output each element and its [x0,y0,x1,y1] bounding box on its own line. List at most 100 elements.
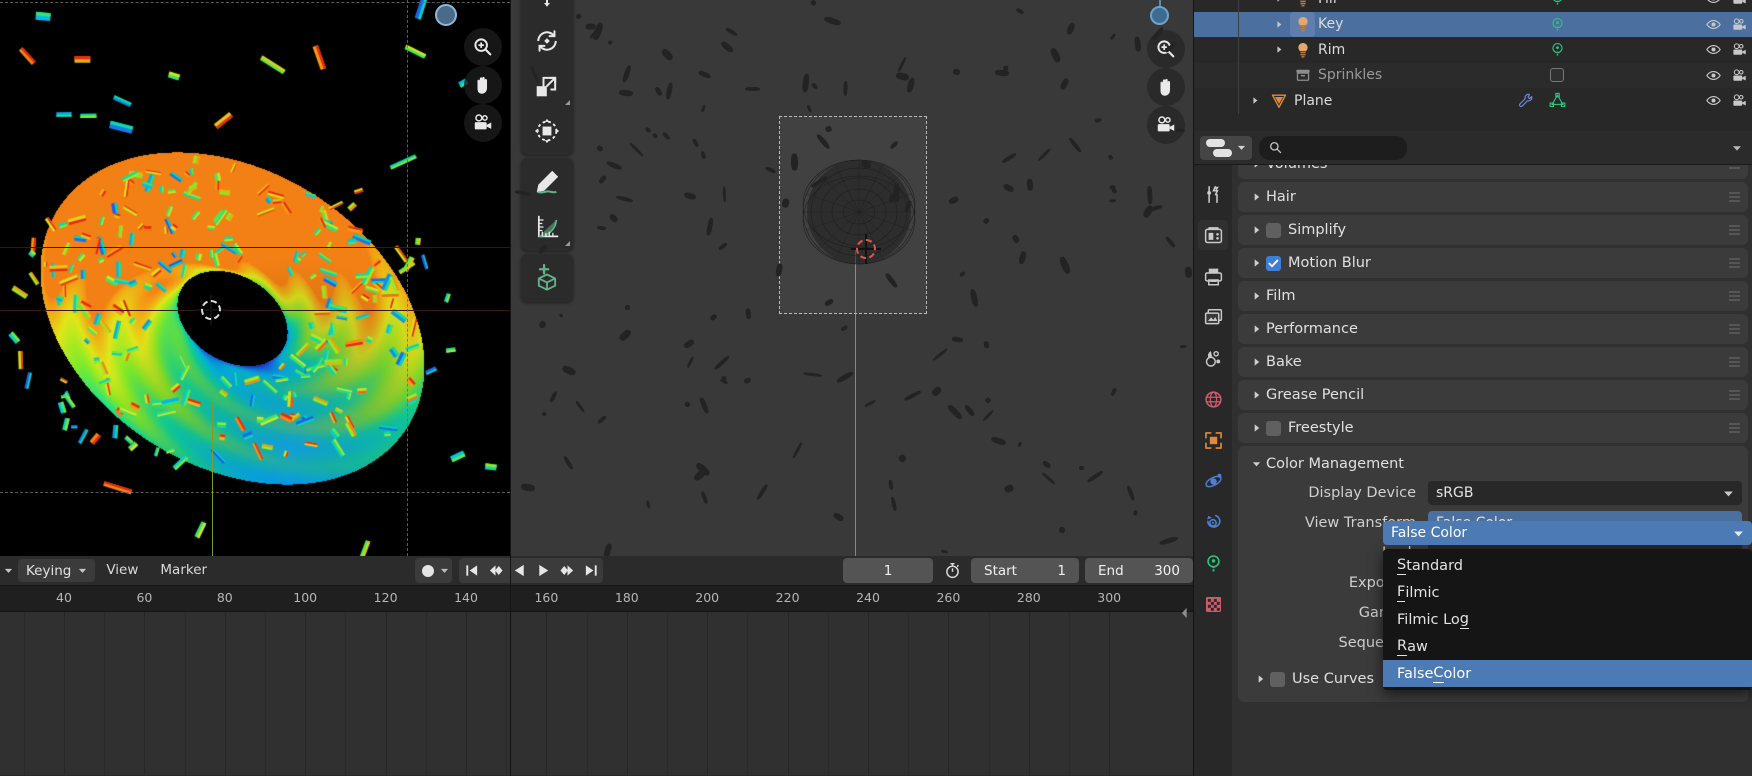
panel-grease-pencil[interactable]: Grease Pencil [1238,380,1748,410]
chevron-down-icon[interactable] [1246,454,1266,474]
prev-keyframe-icon[interactable] [483,558,507,583]
panel-freestyle[interactable]: Freestyle [1238,413,1748,443]
eye-icon[interactable] [1700,88,1726,114]
panel-film[interactable]: Film [1238,281,1748,311]
field-value-display-device[interactable]: sRGB [1428,481,1742,505]
light-data-icon[interactable] [1544,12,1570,38]
view-transform-value[interactable]: False Color [1383,521,1752,545]
camera-icon[interactable] [1726,63,1752,89]
panel-drag-handle[interactable] [1729,390,1740,400]
current-frame-field[interactable]: 1 [843,558,933,583]
timeline-editor[interactable]: Keying View Marker 1 Start 1 End 300 40 … [0,556,1193,776]
properties-tab-render[interactable] [1198,220,1228,250]
3d-viewport[interactable] [511,0,1193,556]
properties-tab-column[interactable] [1194,165,1232,776]
panel-drag-handle[interactable] [1729,258,1740,268]
panel-drag-handle[interactable] [1729,423,1740,433]
camera-icon[interactable] [1726,88,1752,114]
eye-icon[interactable] [1700,12,1726,38]
properties-tab-object[interactable] [1198,425,1228,455]
outliner-row-sprinkles[interactable]: Sprinkles [1194,62,1752,89]
use-curves-checkbox[interactable] [1270,671,1285,687]
panel-performance[interactable]: Performance [1238,314,1748,344]
measure-tool-icon[interactable] [521,205,573,249]
end-frame-field[interactable]: End 300 [1085,558,1193,583]
chevron-right-icon[interactable] [1246,187,1266,207]
panel-drag-handle[interactable] [1729,291,1740,301]
panel-drag-handle[interactable] [1729,192,1740,202]
chevron-right-icon[interactable] [1246,352,1266,372]
color-management-header[interactable]: Color Management [1238,450,1748,478]
auto-keying-group[interactable] [415,558,452,583]
add-cube-tool-icon[interactable] [521,256,573,300]
start-frame-field[interactable]: Start 1 [971,558,1079,583]
outliner-row-rim[interactable]: Rim [1194,37,1752,63]
zoom-icon[interactable] [464,28,502,66]
chevron-right-icon[interactable] [1246,220,1266,240]
panel-drag-handle[interactable] [1729,324,1740,334]
chevron-down-icon[interactable] [1728,136,1746,160]
stopwatch-icon[interactable] [939,558,965,583]
rotate-tool-icon[interactable] [521,19,573,63]
menu-marker[interactable]: Marker [149,559,218,582]
next-keyframe-icon[interactable] [555,558,579,583]
hand-icon[interactable] [464,66,502,104]
properties-tab-output[interactable] [1198,261,1228,291]
expand-arrow-icon[interactable] [1268,12,1290,37]
panel-bake[interactable]: Bake [1238,347,1748,377]
timeline-sidebar-toggle[interactable] [1178,600,1190,626]
jump-end-icon[interactable] [579,558,603,583]
hand-icon[interactable] [1147,68,1185,106]
light-data-icon[interactable] [1544,37,1570,63]
dropdown-option-raw[interactable]: Raw [1383,633,1752,660]
outliner-row-fill[interactable]: Fill [1194,0,1752,12]
editor-type-chevron-icon[interactable] [0,559,16,583]
timeline-track-area[interactable] [0,612,1193,775]
chevron-right-icon[interactable] [1246,319,1266,339]
chevron-right-icon[interactable] [1246,385,1266,405]
scale-tool-icon[interactable] [521,64,573,108]
camera-icon[interactable] [1726,0,1752,12]
outliner-row-plane[interactable]: Plane [1194,88,1752,114]
mesh-data-icon[interactable] [1544,88,1570,114]
chevron-right-icon[interactable] [1250,669,1270,689]
panel-drag-handle[interactable] [1729,357,1740,367]
image-editor[interactable] [0,0,510,556]
chevron-right-icon[interactable] [1246,165,1266,174]
properties-tab-object-data[interactable] [1198,548,1228,578]
move-tool-icon[interactable] [521,0,573,18]
properties-tab-world[interactable] [1198,384,1228,414]
panel-enable-checkbox[interactable] [1266,222,1281,238]
viewport-toolbar[interactable] [521,0,573,302]
timeline-ruler[interactable]: 40 60 80 100 120 140 160 180 200 220 240 260 280 300 [0,586,1193,612]
light-gizmo-handle[interactable] [435,4,457,26]
expand-arrow-icon[interactable] [1268,37,1290,62]
properties-tab-scene[interactable] [1198,343,1228,373]
properties-tab-object-constraints[interactable] [1198,507,1228,537]
eye-icon[interactable] [1700,63,1726,89]
modifier-wrench-icon[interactable] [1512,88,1538,114]
camera-icon[interactable] [1147,106,1185,144]
panel-simplify[interactable]: Simplify [1238,215,1748,245]
panel-enable-checkbox[interactable] [1266,420,1281,436]
view-transform-dropdown[interactable]: Standard Filmic Filmic Lo g Raw False Color [1383,549,1752,690]
panel-motion-blur[interactable]: Motion Blur [1238,248,1748,278]
chevron-right-icon[interactable] [1246,418,1266,438]
record-icon[interactable] [418,561,438,581]
editor-type-icon[interactable] [1200,135,1252,160]
outliner-row-key[interactable]: Key [1194,11,1752,38]
camera-icon[interactable] [1726,12,1752,38]
search-input[interactable] [1259,135,1407,160]
jump-start-icon[interactable] [459,558,483,583]
chevron-right-icon[interactable] [1246,286,1266,306]
playback-controls[interactable] [459,558,603,583]
camera-icon[interactable] [1726,37,1752,63]
panel-enable-checkbox[interactable] [1266,255,1281,271]
eye-icon[interactable] [1700,0,1726,12]
camera-icon[interactable] [464,104,502,142]
panel-hair[interactable]: Hair [1238,182,1748,212]
expand-arrow-icon[interactable] [1268,0,1290,11]
play-icon[interactable] [531,558,555,583]
dropdown-option-filmic-log[interactable]: Filmic Lo g [1383,606,1752,633]
dropdown-option-standard[interactable]: Standard [1383,552,1752,579]
